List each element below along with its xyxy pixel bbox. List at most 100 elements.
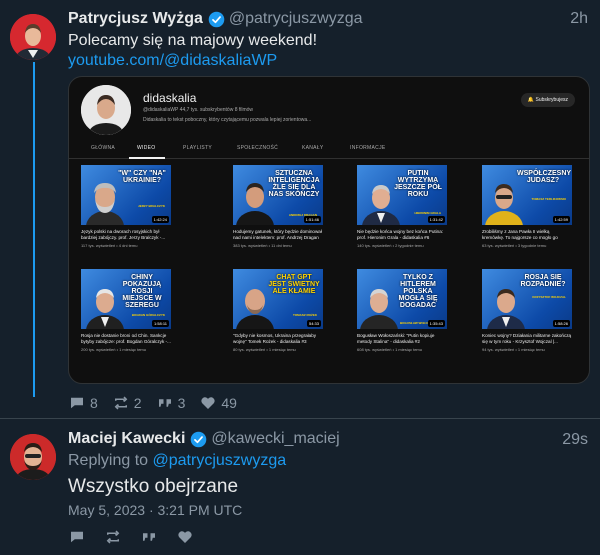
thumbnail-headline: SZTUCZNA INTELIGENCJA ŻLE SIĘ DLA NAS SK…: [268, 170, 320, 198]
video-meta: 117 tys. wyświetleń • 4 dni temu: [81, 243, 138, 248]
verified-badge-icon: [208, 11, 225, 27]
replying-to-prefix: Replying to: [68, 452, 149, 469]
tab-kanaly: KANAŁY: [302, 145, 324, 151]
tweet-header: Maciej Kawecki @kawecki_maciej: [68, 430, 340, 448]
quote-count: 3: [177, 395, 186, 411]
author-name[interactable]: Maciej Kawecki: [68, 430, 185, 448]
thumbnail-person: HIERONIM GRALA: [414, 211, 442, 215]
video-meta: 140 tys. wyświetleń • 2 tygodnie temu: [357, 243, 424, 248]
retweet-count: 2: [133, 395, 142, 411]
subscribe-button: 🔔 Subskrybujesz: [520, 93, 575, 107]
tweet-date[interactable]: May 5, 2023 · 3:21 PM UTC: [68, 502, 242, 518]
heart-icon: [201, 397, 216, 409]
author-name[interactable]: Patrycjusz Wyżga: [68, 10, 203, 28]
tab-wideo: WIDEO: [137, 145, 156, 151]
author-handle[interactable]: @patrycjuszwyzga: [229, 10, 363, 28]
video-duration: 1:31:42: [427, 216, 445, 223]
video-card: SZTUCZNA INTELIGENCJA ŻLE SIĘ DLA NAS SK…: [233, 165, 323, 248]
quote-button[interactable]: [140, 528, 162, 546]
channel-meta: @didaskaliaWP 44,7 tys. subskrybentów 8 …: [143, 107, 254, 113]
verified-badge-icon: [191, 431, 207, 447]
thumbnail-headline: PUTIN WYTRZYMA JESZCZE PÓŁ ROKU: [394, 170, 442, 198]
heart-icon: [178, 531, 192, 543]
quote-icon: [143, 533, 155, 541]
video-thumbnail: ROSJA SIĘ ROZPADNIE? KRZYSZTOF WOJCZAL 1…: [482, 269, 572, 329]
tweet-actions: [68, 528, 212, 546]
avatar[interactable]: [10, 434, 56, 480]
thread-line: [33, 62, 35, 397]
thumbnail-headline: CHAT GPT JEST ŚWIETNY ALE KŁAMIE: [268, 274, 320, 295]
thumbnail-headline: CHINY POKAZUJĄ ROSJI MIEJSCE W SZEREGU: [122, 274, 162, 309]
video-meta: 63 tys. wyświetleń • 3 tygodnie temu: [482, 243, 547, 248]
video-card: PUTIN WYTRZYMA JESZCZE PÓŁ ROKU HIERONIM…: [357, 165, 447, 248]
video-thumbnail: TYLKO Z HITLEREM POLSKA MOGŁA SIĘ DOGADA…: [357, 269, 447, 329]
reply-button[interactable]: 8: [68, 394, 98, 412]
tweet-text: Polecamy się na majowy weekend!: [68, 32, 318, 49]
video-duration: 1:58:11: [151, 320, 169, 327]
video-meta: 200 tys. wyświetleń • 1 miesiąc temu: [81, 347, 146, 352]
like-button[interactable]: 49: [199, 394, 237, 412]
video-thumbnail: WSPÓŁCZESNY JUDASZ? TOMASZ TERLIKOWSKI 1…: [482, 165, 572, 225]
video-thumbnail: PUTIN WYTRZYMA JESZCZE PÓŁ ROKU HIERONIM…: [357, 165, 447, 225]
video-thumbnail: SZTUCZNA INTELIGENCJA ŻLE SIĘ DLA NAS SK…: [233, 165, 323, 225]
channel-description: Didaskalia to tekst poboczny, który czyt…: [143, 117, 312, 123]
quote-button[interactable]: 3: [156, 394, 186, 412]
retweet-button[interactable]: 2: [112, 394, 142, 412]
thumbnail-person: BOGDAN GÓRALCZYK: [131, 313, 165, 317]
like-button[interactable]: [176, 528, 198, 546]
tab-spolecznosc: SPOŁECZNOŚĆ: [237, 145, 279, 151]
video-title: Język polski na dworach rosyjskich był b…: [81, 229, 166, 240]
video-duration: 54:33: [306, 320, 321, 327]
reply-button[interactable]: [68, 528, 90, 546]
tweet-link[interactable]: youtube.com/@didaskaliaWP: [68, 52, 277, 70]
thumbnail-person: JERZY BRALCZYK: [138, 204, 165, 208]
video-card: ROSJA SIĘ ROZPADNIE? KRZYSZTOF WOJCZAL 1…: [482, 269, 572, 352]
author-handle[interactable]: @kawecki_maciej: [211, 430, 339, 448]
thumbnail-person: TOMASZ ROŻEK: [293, 313, 317, 317]
channel-name: didaskalia: [143, 91, 197, 105]
video-card: "W" CZY "NA" UKRAINIE? JERZY BRALCZYK 1:…: [81, 165, 171, 248]
tweet-time[interactable]: 2h: [570, 10, 588, 28]
youtube-channel-image[interactable]: didaskalia @didaskaliaWP 44,7 tys. subsk…: [68, 76, 590, 384]
replying-to-link[interactable]: @patrycjuszwyzga: [153, 452, 287, 469]
active-tab-underline: [129, 157, 165, 159]
tweet-divider: [0, 418, 600, 419]
avatar[interactable]: [10, 14, 56, 60]
tweet-time[interactable]: 29s: [562, 431, 588, 449]
video-title: Koniec wojny? Działania militarne zakońc…: [482, 333, 572, 344]
thumbnail-headline: WSPÓŁCZESNY JUDASZ?: [517, 170, 572, 184]
thumbnail-headline: "W" CZY "NA" UKRAINIE?: [118, 170, 166, 184]
video-title: Zrobiliśmy z Jana Pawła II wielką kremów…: [482, 229, 558, 240]
subscribe-label: Subskrybujesz: [535, 97, 568, 103]
video-title: Rosja nie dostanie broni od Chin. Sankcj…: [81, 333, 171, 344]
tweet-text: Wszystko obejrzane: [68, 476, 239, 497]
video-meta: 80 tys. wyświetleń • 1 miesiąc temu: [233, 347, 296, 352]
thumbnail-person: TOMASZ TERLIKOWSKI: [531, 197, 566, 201]
like-count: 49: [221, 395, 237, 411]
tab-informacje: INFORMACJE: [350, 145, 386, 151]
retweet-icon: [114, 396, 128, 410]
video-title: Hodujemy gatunek, który będzie dominował…: [233, 229, 322, 240]
video-duration: 1:58:26: [552, 320, 570, 327]
video-title: "Gdyby nie kosmos, Ukraina przegrałaby w…: [233, 333, 317, 344]
retweet-icon: [106, 530, 120, 544]
video-duration: 1:42:59: [552, 216, 570, 223]
comment-icon: [71, 397, 83, 409]
video-duration: 1:35:43: [427, 320, 445, 327]
video-thumbnail: "W" CZY "NA" UKRAINIE? JERZY BRALCZYK 1:…: [81, 165, 171, 225]
comment-icon: [71, 531, 83, 543]
channel-avatar: [81, 85, 131, 135]
retweet-button[interactable]: [104, 528, 126, 546]
thumbnail-headline: TYLKO Z HITLEREM POLSKA MOGŁA SIĘ DOGADA…: [398, 274, 438, 309]
tweet-header: Patrycjusz Wyżga @patrycjuszwyzga: [68, 10, 363, 28]
video-duration: 1:51:46: [303, 216, 321, 223]
tab-playlisty: PLAYLISTY: [183, 145, 213, 151]
quote-icon: [158, 399, 171, 407]
replying-to: Replying to @patrycjuszwyzga: [68, 452, 286, 470]
video-card: WSPÓŁCZESNY JUDASZ? TOMASZ TERLIKOWSKI 1…: [482, 165, 572, 248]
thumbnail-headline: ROSJA SIĘ ROZPADNIE?: [520, 274, 566, 288]
video-card: CHAT GPT JEST ŚWIETNY ALE KŁAMIE TOMASZ …: [233, 269, 323, 352]
reply-count: 8: [90, 395, 98, 411]
video-meta: 383 tys. wyświetleń • 11 dni temu: [233, 243, 292, 248]
tweet-actions: 8 2 3 49: [68, 394, 251, 412]
